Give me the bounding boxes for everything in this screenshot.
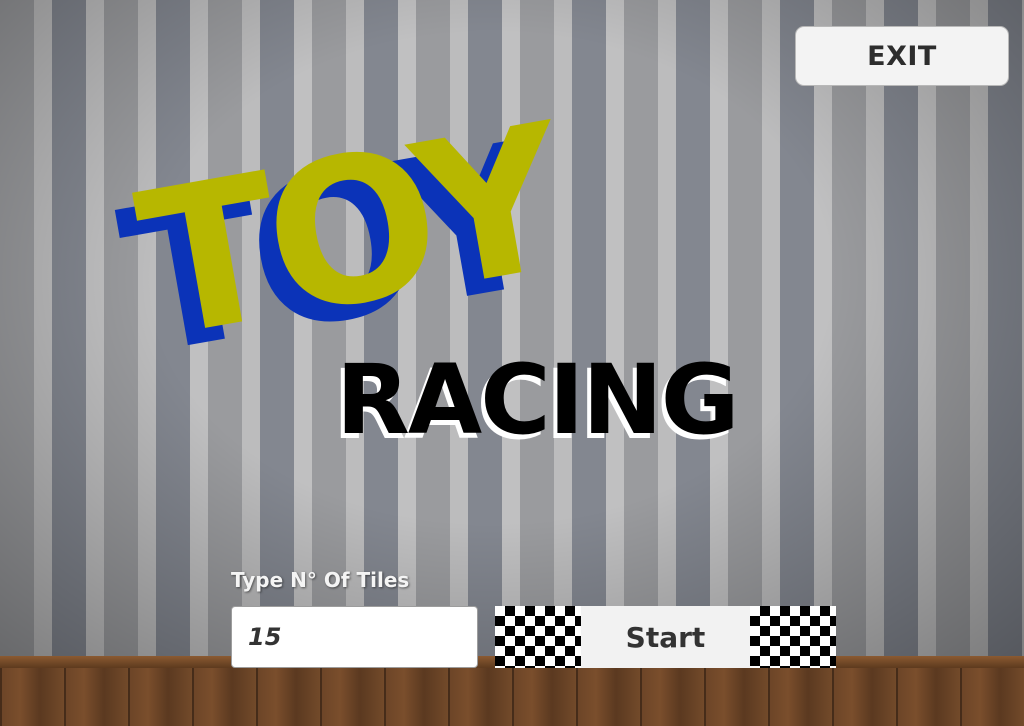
logo-toy-text: TOY [124, 82, 573, 384]
wooden-floor [0, 668, 1024, 726]
game-logo: TOY RACING [100, 82, 880, 470]
tiles-count-label: Type N° Of Tiles [231, 568, 410, 592]
checkered-flag-icon-right [750, 606, 836, 668]
tiles-count-input[interactable] [231, 606, 478, 668]
start-button-label: Start [581, 606, 750, 668]
logo-racing-text: RACING [336, 344, 740, 456]
exit-button[interactable]: EXIT [795, 26, 1009, 86]
checkered-flag-icon-left [495, 606, 581, 668]
start-button[interactable]: Start [495, 606, 836, 668]
